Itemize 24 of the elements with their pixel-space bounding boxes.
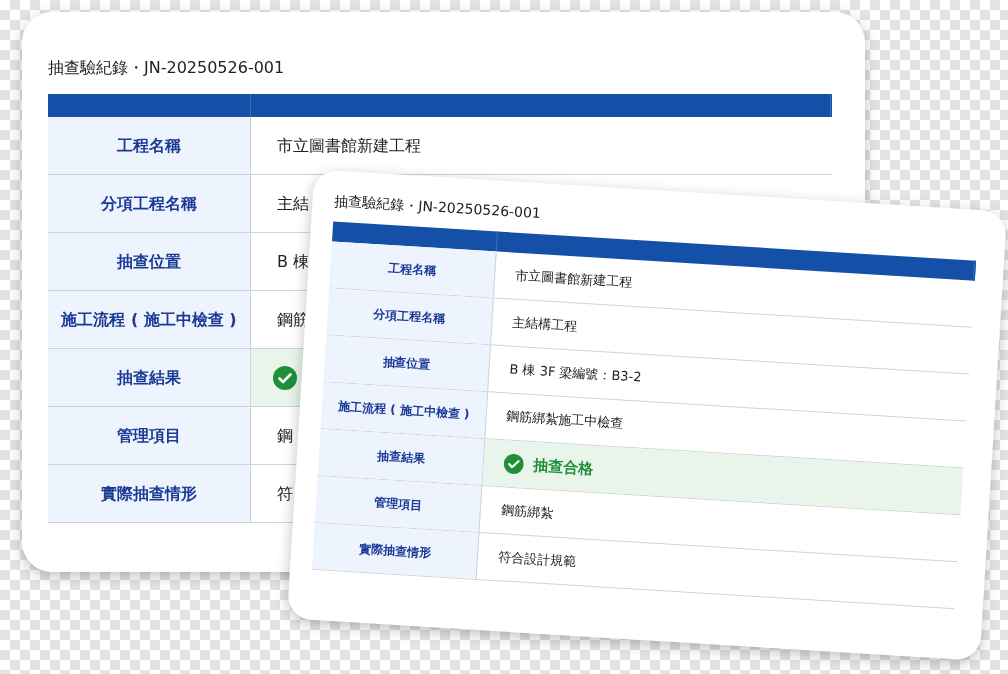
field-label: 管理項目 <box>48 407 251 464</box>
field-value: 鋼筋綁紮施工中檢查 <box>506 407 625 433</box>
field-value: B 棟 <box>277 250 310 273</box>
field-value: 主結構工程 <box>511 313 578 336</box>
field-label: 實際抽查情形 <box>312 522 480 579</box>
record-title: 抽查驗紀錄・JN-20250526-001 <box>48 57 286 79</box>
check-icon <box>273 365 297 390</box>
field-value: 鋼 <box>277 424 293 447</box>
record-title: 抽查驗紀錄・JN-20250526-001 <box>333 191 543 224</box>
field-value: 市立圖書館新建工程 <box>277 134 421 157</box>
result-text: 抽查合格 <box>533 454 595 480</box>
field-value: 市立圖書館新建工程 <box>514 266 633 293</box>
field-label: 分項工程名稱 <box>48 175 251 232</box>
field-label: 實際抽查情形 <box>48 465 251 522</box>
field-value: 主結 <box>277 192 309 215</box>
check-icon <box>503 453 525 475</box>
field-value: B 棟 3F 梁編號：B3-2 <box>508 360 643 387</box>
field-label: 施工流程 ( 施工中檢查 ) <box>48 291 251 348</box>
field-value: 符合設計規範 <box>497 548 577 572</box>
field-label: 抽查位置 <box>48 233 251 290</box>
field-label: 抽查結果 <box>48 349 251 406</box>
field-label: 工程名稱 <box>48 117 251 174</box>
field-value: 符 <box>277 482 293 505</box>
field-value: 鋼筋綁紮 <box>500 501 554 523</box>
